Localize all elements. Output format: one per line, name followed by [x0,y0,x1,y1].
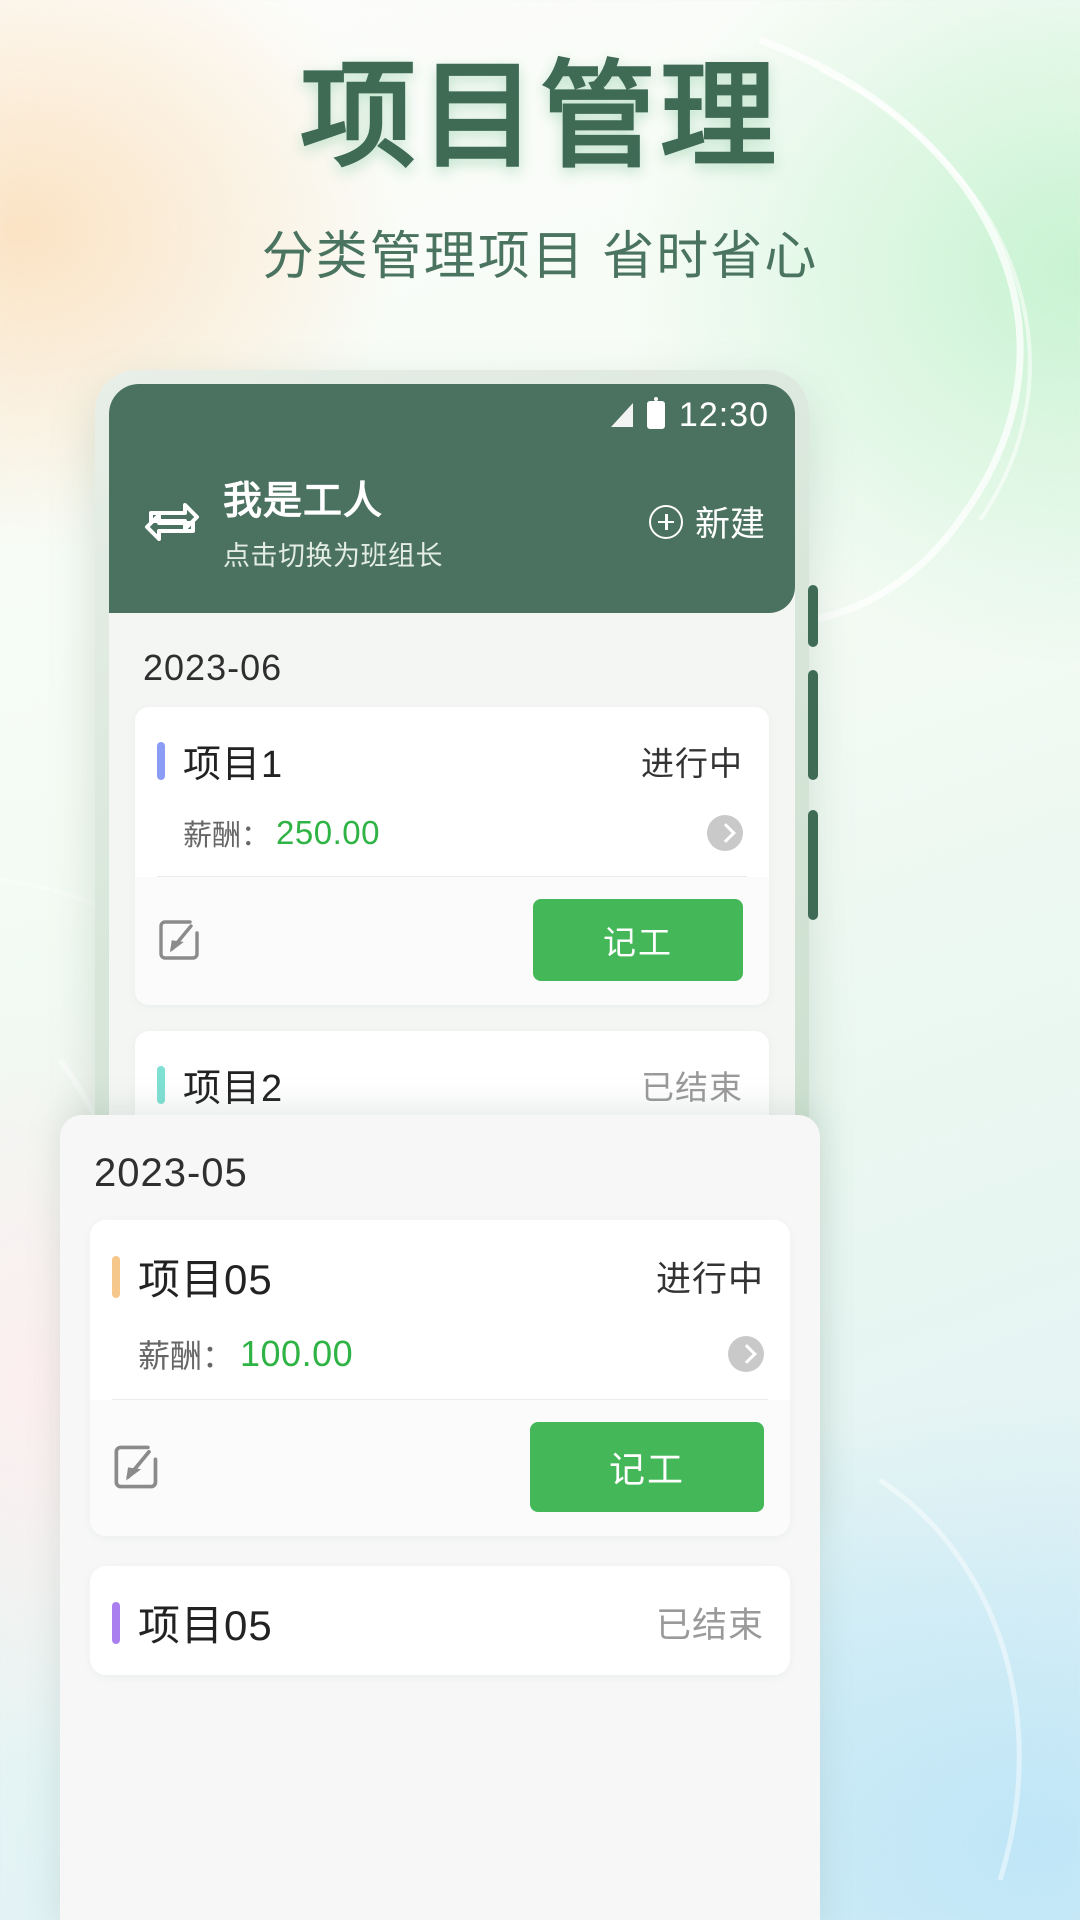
new-project-button[interactable]: 新建 [648,496,765,547]
role-switch-hint: 点击切换为班组长 [223,541,443,571]
status-bar: 12:30 [109,384,795,446]
project-name: 项目05 [138,1602,273,1649]
status-badge: 已结束 [655,1606,764,1645]
project-card-top[interactable]: 项目05 已结束 [90,1566,790,1675]
page-title: 项目管理 [300,51,780,181]
battery-icon [646,397,665,429]
project-accent-bar [157,1065,165,1104]
role-switcher[interactable]: 我是工人 点击切换为班组长 [223,470,649,573]
project-accent-bar [112,1601,120,1644]
chevron-right-icon[interactable] [707,815,743,851]
phone-side-button-1 [808,585,818,647]
new-project-label: 新建 [694,505,765,544]
signal-bars-icon [610,403,633,427]
status-badge: 进行中 [655,1260,764,1299]
edit-square-icon[interactable] [112,1442,162,1492]
project-card-actions: 记工 [90,1400,790,1536]
foreground-list-panel: 2023-05 项目05 进行中 薪酬： 100.00 记工 项目05 已结束 [60,1115,820,1920]
pay-value: 250.00 [276,814,380,851]
role-title: 我是工人 [223,480,384,523]
page-subtitle: 分类管理项目 省时省心 [261,228,819,286]
swap-loop-icon[interactable] [143,497,201,547]
project-card-top[interactable]: 项目05 进行中 薪酬： 100.00 [90,1220,790,1399]
month-header: 2023-05 [94,1151,248,1195]
edit-square-icon[interactable] [157,917,203,963]
pay-label: 薪酬： [183,820,271,852]
project-accent-bar [112,1255,120,1298]
phone-side-button-2 [808,670,818,780]
project-card[interactable]: 项目05 已结束 [90,1566,790,1675]
status-bar-clock: 12:30 [678,395,769,434]
project-card[interactable]: 项目05 进行中 薪酬： 100.00 记工 [90,1220,790,1536]
pay-label: 薪酬： [138,1338,235,1374]
month-header: 2023-06 [143,647,283,688]
project-name: 项目2 [183,1068,284,1110]
status-badge: 进行中 [641,744,743,782]
record-work-button[interactable]: 记工 [533,899,743,981]
project-card-top[interactable]: 项目1 进行中 薪酬： 250.00 [135,707,769,876]
app-header: 我是工人 点击切换为班组长 新建 [109,446,795,613]
status-badge: 已结束 [641,1068,743,1106]
record-work-button[interactable]: 记工 [530,1422,764,1512]
plus-circle-icon [648,504,683,539]
phone-side-button-3 [808,810,818,920]
chevron-right-icon[interactable] [728,1336,764,1372]
project-name: 项目05 [138,1256,273,1303]
promo-heading-block: 项目管理 分类管理项目 省时省心 [0,58,1080,289]
project-accent-bar [157,741,165,780]
project-card[interactable]: 项目1 进行中 薪酬： 250.00 记工 [135,707,769,1005]
project-name: 项目1 [183,744,284,786]
project-card-actions: 记工 [135,877,769,1005]
pay-value: 100.00 [240,1333,354,1374]
